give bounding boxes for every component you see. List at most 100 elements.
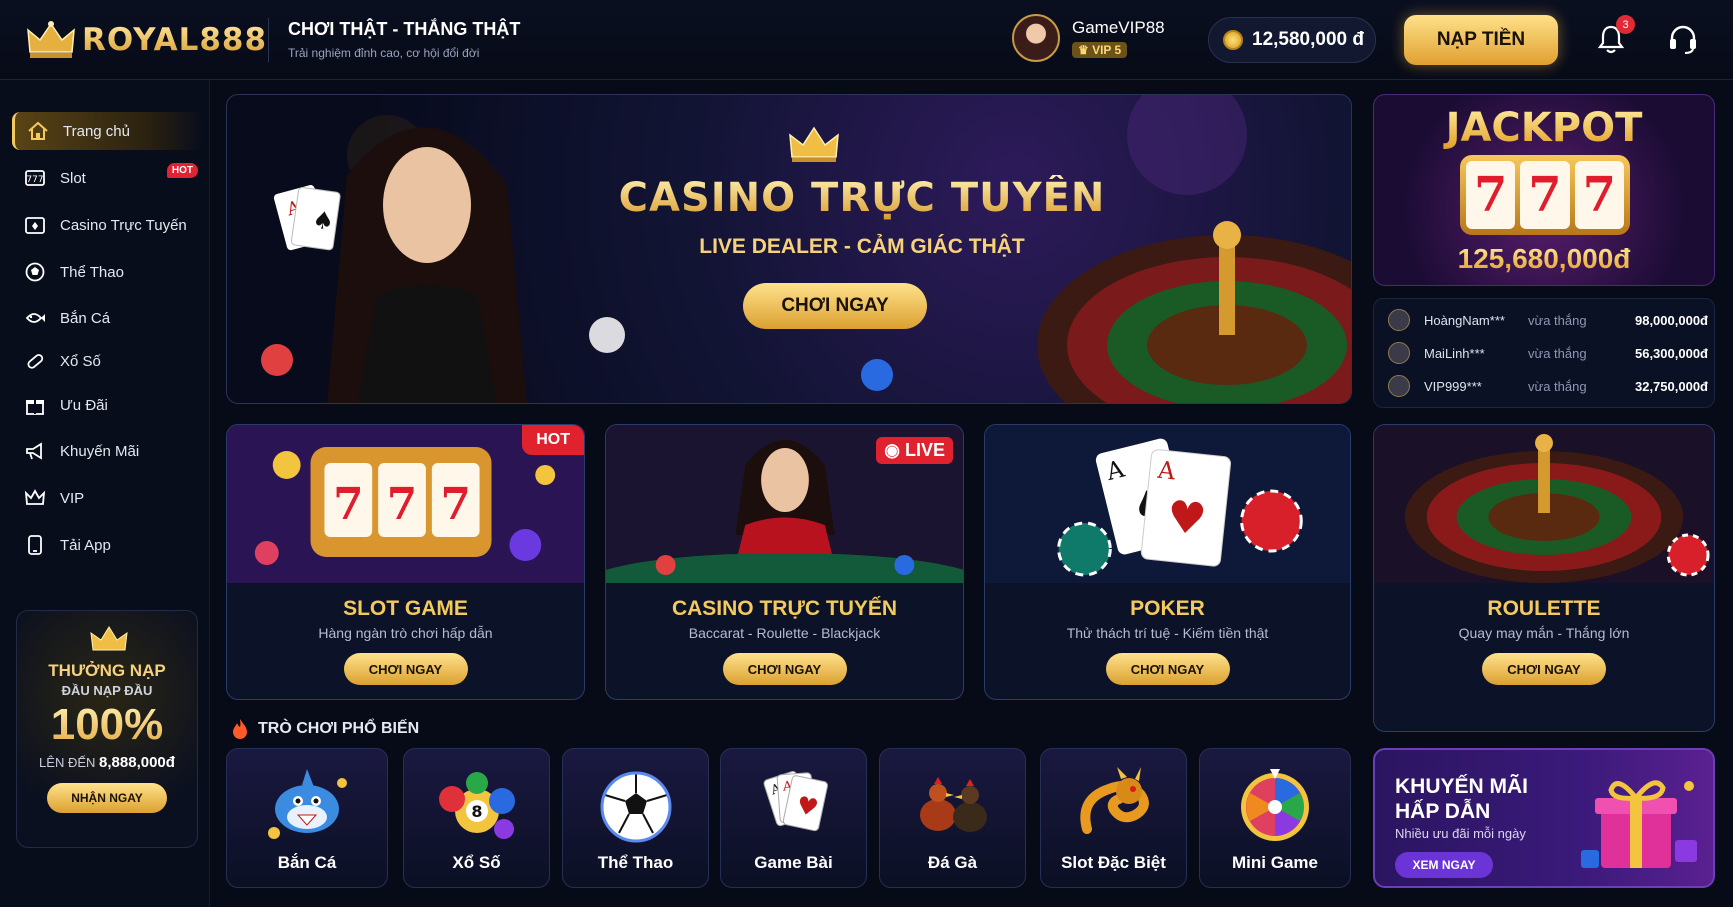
game-card-poker[interactable]: A♠ A♥ POKER Thử thách trí tuệ - Kiếm tiề… — [984, 424, 1351, 700]
svg-text:A: A — [1155, 456, 1177, 486]
jackpot-value: 125,680,000đ — [1374, 243, 1714, 275]
promo-title-line2: HẤP DẪN — [1395, 800, 1491, 823]
username: GameVIP88 — [1072, 17, 1165, 37]
wheel-icon — [1241, 769, 1309, 841]
crown-icon — [24, 489, 46, 505]
winner-action: vừa thắng — [1528, 345, 1587, 361]
recent-winners: HoàngNam*** vừa thắng 98,000,000đ MaiLin… — [1373, 298, 1715, 408]
sidebar-item-download-app[interactable]: Tải App — [12, 526, 204, 564]
winner-action: vừa thắng — [1528, 312, 1587, 328]
play-now-button[interactable]: CHƠI NGAY — [722, 653, 847, 685]
gift-box-icon — [1581, 780, 1697, 868]
promo-title: KHUYẾN MÃI HẤP DẪN — [1395, 774, 1528, 824]
hot-badge: HOT — [522, 425, 584, 455]
svg-text:777: 777 — [26, 175, 43, 185]
promo-percent: 100% — [17, 700, 197, 750]
card-title: ROULETTE — [1487, 597, 1601, 620]
promo-subtitle: Nhiều ưu đãi mỗi ngày — [1395, 826, 1526, 841]
lottery-balls-icon: 8 — [438, 772, 515, 839]
vip-badge: ♛ VIP 5 — [1072, 41, 1128, 58]
game-label: Thể Thao — [597, 853, 674, 872]
winner-amount: 32,750,000đ — [1634, 378, 1708, 394]
game-card-slot[interactable]: 7 7 7 HOT SLOT GAME Hàng ngàn trò chơi h… — [226, 424, 585, 700]
sidebar-item-casino[interactable]: Casino Trực Tuyến — [12, 206, 204, 244]
top-bar: ROYAL888 CHƠI THẬT - THẮNG THẬT Trải ngh… — [0, 0, 1733, 80]
roulette-wheel-art — [1374, 425, 1714, 583]
sidebar-item-label: Khuyến Mãi — [60, 442, 140, 460]
popular-game-cockfight[interactable]: Đá Gà — [879, 748, 1026, 888]
lottery-icon — [27, 354, 44, 369]
svg-text:7: 7 — [333, 479, 363, 530]
popular-game-lottery[interactable]: 8 Xổ Số — [403, 748, 550, 888]
game-card-roulette[interactable]: ROULETTE Quay may mắn - Thắng lớn CHƠI N… — [1373, 424, 1715, 732]
game-card-casino[interactable]: ◉ LIVE CASINO TRỰC TUYẾN Baccarat - Roul… — [605, 424, 964, 700]
crown-icon — [789, 126, 839, 162]
gift-icon — [26, 400, 44, 415]
popular-game-sports[interactable]: Thể Thao — [562, 748, 709, 888]
sidebar-item-slot[interactable]: 777 Slot HOT — [12, 159, 204, 197]
sidebar-item-label: Slot — [60, 169, 86, 187]
sidebar-item-label: Xổ Số — [60, 352, 101, 370]
promo-title: THƯỞNG NẠP — [48, 661, 166, 680]
winner-action: vừa thắng — [1528, 378, 1587, 394]
dragon-icon — [1079, 767, 1149, 834]
hero-subtitle: LIVE DEALER - CẢM GIÁC THẬT — [699, 235, 1025, 258]
winner-name: HoàngNam*** — [1424, 312, 1505, 328]
fire-icon — [233, 719, 247, 739]
deposit-bonus-promo[interactable]: THƯỞNG NẠP ĐẦU NẠP ĐẦU 100% LÊN ĐẾN 8,88… — [16, 610, 198, 848]
logo-text: ROYAL888 — [82, 22, 268, 58]
deposit-button[interactable]: NẠP TIỀN — [1404, 15, 1558, 65]
svg-text:♥: ♥ — [1164, 491, 1208, 546]
winner-name: VIP999*** — [1424, 378, 1482, 394]
crown-icon — [27, 21, 75, 58]
game-label: Game Bài — [754, 853, 833, 872]
popular-game-special-slot[interactable]: Slot Đặc Biệt — [1040, 748, 1187, 888]
avatar[interactable] — [1012, 14, 1060, 62]
live-icon: ◉ — [884, 440, 905, 460]
reel: 7 — [1520, 161, 1570, 229]
card-title: POKER — [1130, 597, 1205, 620]
tagline: CHƠI THẬT - THẮNG THẬT Trải nghiệm đỉnh … — [288, 19, 520, 60]
sidebar-item-label: Tải App — [60, 536, 111, 554]
balance-display[interactable]: 12,580,000 đ — [1208, 17, 1376, 63]
popular-game-card-games[interactable]: A A ♥ Game Bài — [720, 748, 867, 888]
sidebar-item-sports[interactable]: Thể Thao — [12, 253, 204, 291]
casino-icon — [25, 217, 45, 234]
headset-icon[interactable] — [1666, 22, 1700, 56]
coin-icon — [1223, 30, 1243, 50]
playing-cards-icon: A A♥ — [763, 771, 828, 832]
play-now-button[interactable]: CHƠI NGAY — [1105, 653, 1230, 685]
game-label: Slot Đặc Biệt — [1061, 853, 1166, 872]
winner-amount: 98,000,000đ — [1634, 312, 1708, 328]
popular-game-mini-game[interactable]: Mini Game — [1199, 748, 1351, 888]
svg-text:7: 7 — [440, 479, 470, 530]
brand-logo[interactable]: ROYAL888 — [26, 16, 267, 64]
poker-cards-art: A♠ A♥ — [985, 425, 1350, 583]
claim-now-button[interactable]: NHẬN NGAY — [47, 783, 167, 813]
jackpot-panel[interactable]: JACKPOT 7 7 7 125,680,000đ — [1373, 94, 1715, 286]
sidebar-item-home[interactable]: Trang chủ — [12, 112, 204, 150]
play-now-button[interactable]: CHƠI NGAY — [343, 653, 468, 685]
promotions-banner[interactable]: KHUYẾN MÃI HẤP DẪN Nhiều ưu đãi mỗi ngày … — [1373, 748, 1715, 888]
card-subtitle: Quay may mắn - Thắng lớn — [1458, 625, 1630, 641]
winner-row: HoàngNam*** vừa thắng 98,000,000đ — [1388, 307, 1708, 333]
hero-banner[interactable]: A ♠ CASINO TRỰC TUYẾN LIVE DEALER - CẢM … — [226, 94, 1352, 404]
megaphone-icon — [26, 442, 42, 460]
sidebar-item-fishing[interactable]: Bắn Cá — [12, 299, 204, 337]
reel: 7 — [1574, 161, 1624, 229]
sidebar-item-vip[interactable]: VIP — [12, 479, 204, 517]
svg-text:7: 7 — [387, 479, 417, 530]
sidebar-item-label: VIP — [60, 489, 85, 507]
sidebar-item-promotions[interactable]: Khuyến Mãi — [12, 432, 204, 470]
card-subtitle: Thử thách trí tuệ - Kiếm tiền thật — [1066, 625, 1269, 641]
play-now-button[interactable]: CHƠI NGAY — [743, 283, 927, 329]
view-now-button[interactable]: XEM NGAY — [1395, 852, 1493, 878]
sidebar-item-lottery[interactable]: Xổ Số — [12, 342, 204, 380]
tagline-subtitle: Trải nghiệm đỉnh cao, cơ hội đổi đời — [288, 46, 480, 60]
user-profile[interactable]: GameVIP88 ♛ VIP 5 — [1012, 14, 1165, 62]
play-now-button[interactable]: CHƠI NGAY — [1482, 653, 1606, 685]
avatar — [1388, 375, 1410, 397]
sidebar-item-offers[interactable]: Ưu Đãi — [12, 386, 204, 424]
popular-game-fishing[interactable]: Bắn Cá — [226, 748, 388, 888]
promo-upto-label: LÊN ĐẾN — [39, 755, 96, 770]
